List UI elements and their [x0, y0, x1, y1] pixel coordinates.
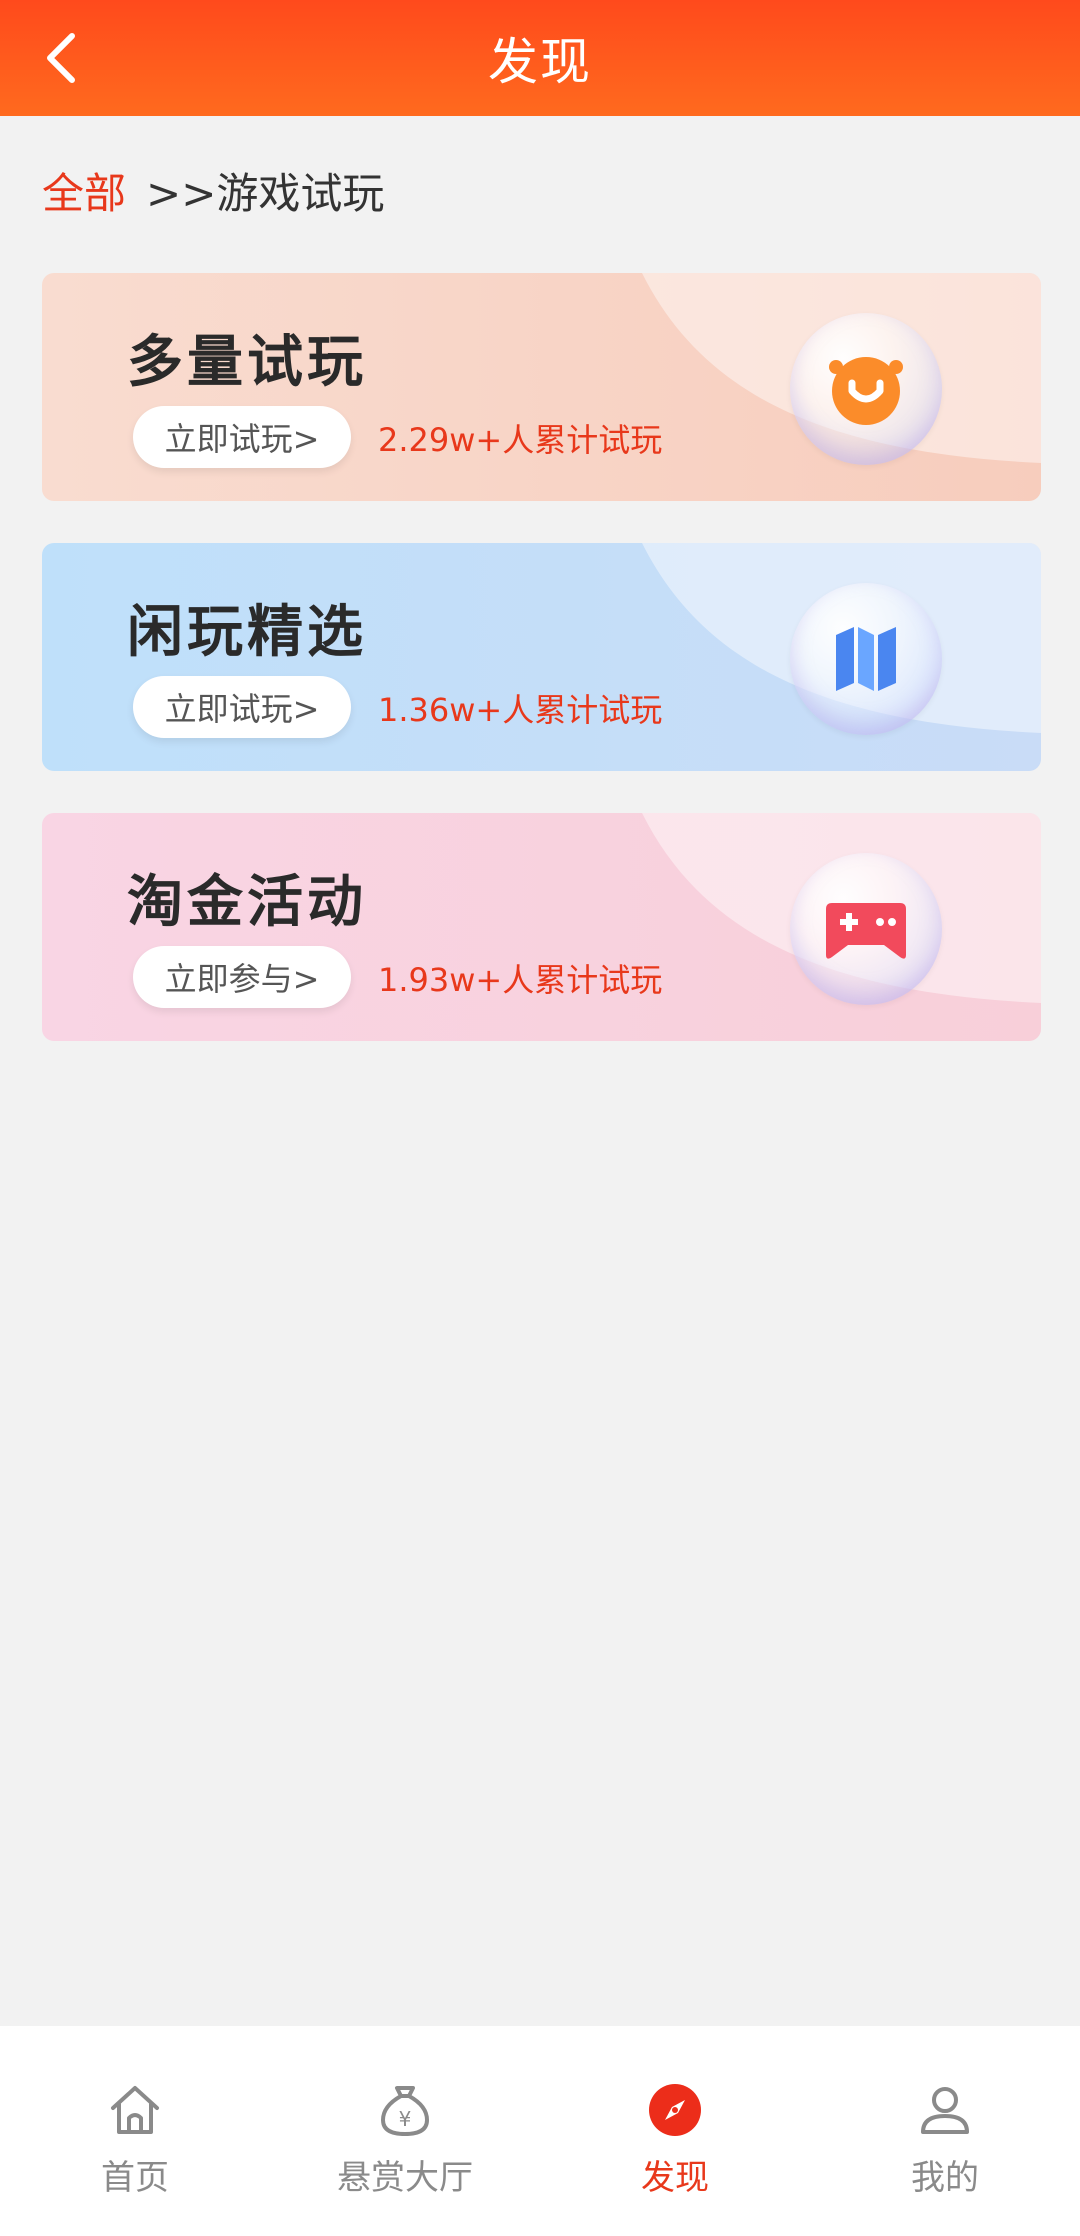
- nav-item-reward-hall[interactable]: ¥ 悬赏大厅: [270, 2026, 540, 2236]
- compass-icon: [643, 2078, 707, 2142]
- bubble-icon-container: [790, 853, 942, 1005]
- blue-map-icon: [836, 627, 896, 691]
- back-button[interactable]: [30, 24, 94, 92]
- app-header: 发现: [0, 0, 1080, 116]
- card-title: 闲玩精选: [127, 600, 367, 665]
- bubble-icon-container: [790, 313, 942, 465]
- orange-smile-icon: [829, 357, 903, 425]
- svg-text:¥: ¥: [399, 2107, 412, 2131]
- join-now-button[interactable]: 立即参与>: [133, 946, 351, 1008]
- red-gamepad-icon: [826, 903, 906, 959]
- try-now-button[interactable]: 立即试玩>: [133, 406, 351, 468]
- nav-item-discover[interactable]: 发现: [540, 2026, 810, 2236]
- nav-item-profile[interactable]: 我的: [810, 2026, 1080, 2236]
- try-now-button[interactable]: 立即试玩>: [133, 676, 351, 738]
- card-participant-count: 1.36w+人累计试玩: [378, 691, 663, 729]
- chevron-left-icon: [47, 33, 75, 83]
- nav-item-home[interactable]: 首页: [0, 2026, 270, 2236]
- breadcrumb: 全部 >>游戏试玩: [42, 160, 384, 220]
- card-participant-count: 1.93w+人累计试玩: [378, 961, 663, 999]
- card-title: 淘金活动: [127, 870, 367, 935]
- page-title: 发现: [488, 33, 592, 91]
- money-bag-icon: ¥: [373, 2078, 437, 2142]
- bottom-navigation: 首页 ¥ 悬赏大厅 发现 我的: [0, 2026, 1080, 2236]
- nav-label: 发现: [641, 2158, 709, 2198]
- nav-label: 我的: [911, 2158, 979, 2198]
- home-icon: [103, 2078, 167, 2142]
- bubble-icon-container: [790, 583, 942, 735]
- breadcrumb-all-link[interactable]: 全部: [42, 160, 126, 221]
- card-duoliang-trial[interactable]: 多量试玩 立即试玩> 2.29w+人累计试玩: [42, 273, 1041, 501]
- breadcrumb-current: >>游戏试玩: [146, 168, 385, 218]
- user-icon: [913, 2078, 977, 2142]
- nav-label: 悬赏大厅: [337, 2158, 473, 2198]
- card-title: 多量试玩: [127, 330, 367, 395]
- card-xianwan-selection[interactable]: 闲玩精选 立即试玩> 1.36w+人累计试玩: [42, 543, 1041, 771]
- card-participant-count: 2.29w+人累计试玩: [378, 421, 663, 459]
- card-taojin-activity[interactable]: 淘金活动 立即参与> 1.93w+人累计试玩: [42, 813, 1041, 1041]
- nav-label: 首页: [101, 2158, 169, 2198]
